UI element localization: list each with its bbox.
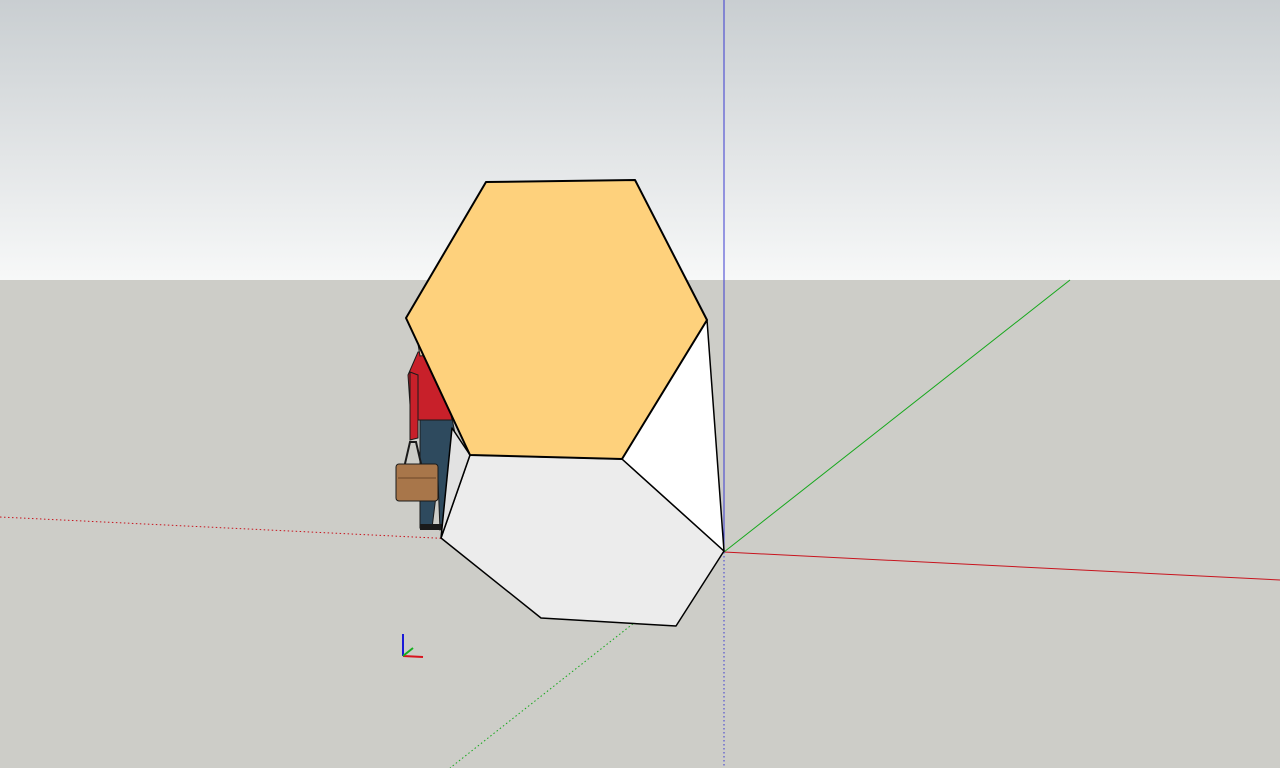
3d-viewport[interactable] [0, 0, 1280, 768]
scene-canvas[interactable] [0, 0, 1280, 768]
figure-arm [409, 371, 419, 441]
figure-bag [395, 463, 439, 502]
gizmo-red-axis [402, 655, 424, 658]
